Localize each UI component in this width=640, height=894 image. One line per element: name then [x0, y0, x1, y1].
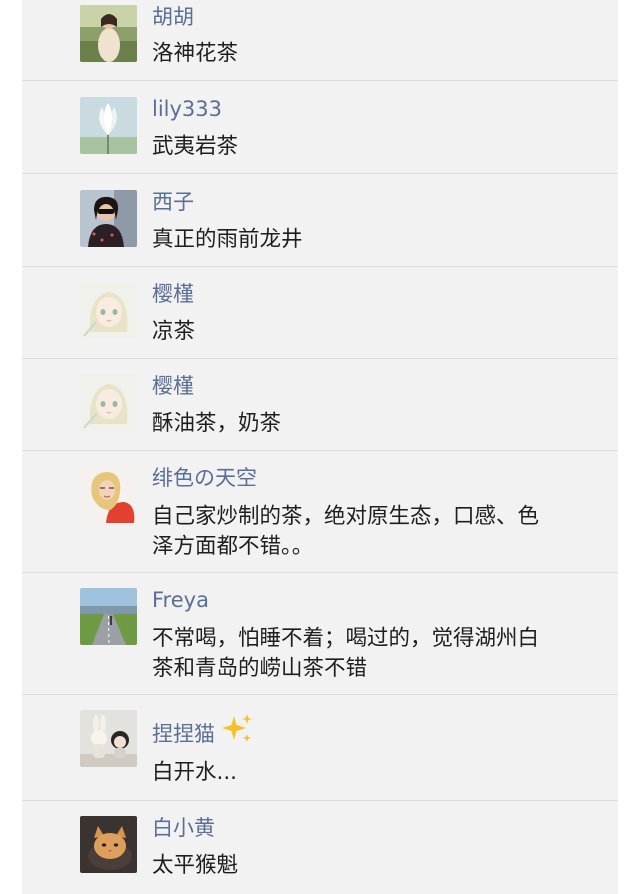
comment-line: 不常喝，怕睡不着；喝过的，觉得湖州白 [152, 626, 540, 651]
avatar-woman-sunglasses-photo [80, 190, 137, 247]
avatar-white-flower-photo [80, 97, 137, 154]
comment-line: 白开水... [152, 760, 238, 785]
avatar[interactable] [80, 466, 137, 523]
comment-line: 酥油茶，奶茶 [152, 411, 282, 436]
username[interactable]: 樱槿 [152, 373, 194, 399]
comment-item: 白小黄 太平猴魁 [22, 801, 618, 894]
comment-line: 洛神花茶 [152, 41, 239, 66]
username[interactable]: 捏捏猫 [152, 721, 215, 747]
comment-line: 太平猴魁 [152, 853, 239, 878]
comment-line: 真正的雨前龙井 [152, 227, 303, 252]
comment-item: 樱槿 凉茶 [22, 267, 618, 359]
comment-line: 泽方面都不错。。 [152, 534, 314, 559]
username[interactable]: 胡胡 [152, 4, 194, 30]
comment-item: 胡胡 洛神花茶 [22, 0, 618, 81]
comment-text: 真正的雨前龙井 [152, 225, 612, 255]
avatar-anime-girl [80, 374, 137, 431]
avatar[interactable] [80, 5, 137, 62]
username[interactable]: 西子 [152, 189, 194, 215]
username[interactable]: Freya [152, 587, 209, 613]
username[interactable]: 绯色の天空 [152, 465, 257, 491]
avatar[interactable] [80, 710, 137, 767]
avatar-road-landscape-photo [80, 588, 137, 645]
username[interactable]: 樱槿 [152, 281, 194, 307]
avatar-woman-dress-photo [80, 5, 137, 62]
comment-text: 酥油茶，奶茶 [152, 409, 612, 439]
comment-line: 凉茶 [152, 319, 196, 344]
avatar[interactable] [80, 190, 137, 247]
comment-item: 绯色の天空 自己家炒制的茶，绝对原生态，口感、色 泽方面都不错。。 [22, 451, 618, 573]
comment-text: 白开水... [152, 758, 612, 788]
avatar-blonde-woman-photo [80, 466, 137, 523]
comment-item: lily333 武夷岩茶 [22, 81, 618, 174]
comment-text: 洛神花茶 [152, 39, 612, 69]
comment-item: 捏捏猫 白开水... [22, 695, 618, 801]
avatar-orange-cat-photo [80, 816, 137, 873]
username[interactable]: lily333 [152, 96, 222, 122]
comment-item: 西子 真正的雨前龙井 [22, 174, 618, 267]
comment-item: 樱槿 酥油茶，奶茶 [22, 359, 618, 451]
comments-panel: 胡胡 洛神花茶 lily333 武夷岩茶 西子 真正的雨前龙井 樱槿 凉茶 樱槿… [22, 0, 618, 894]
comment-text: 不常喝，怕睡不着；喝过的，觉得湖州白 茶和青岛的崂山茶不错 [152, 624, 612, 684]
comment-text: 太平猴魁 [152, 851, 612, 881]
comment-line: 茶和青岛的崂山茶不错 [152, 656, 368, 681]
avatar[interactable] [80, 374, 137, 431]
comment-line: 武夷岩茶 [152, 134, 239, 159]
avatar[interactable] [80, 588, 137, 645]
comment-text: 凉茶 [152, 317, 612, 347]
avatar[interactable] [80, 282, 137, 339]
comment-item: Freya 不常喝，怕睡不着；喝过的，觉得湖州白 茶和青岛的崂山茶不错 [22, 573, 618, 695]
avatar[interactable] [80, 816, 137, 873]
username[interactable]: 白小黄 [152, 815, 215, 841]
comment-text: 自己家炒制的茶，绝对原生态，口感、色 泽方面都不错。。 [152, 502, 612, 562]
avatar[interactable] [80, 97, 137, 154]
comment-text: 武夷岩茶 [152, 132, 612, 162]
avatar-anime-girl [80, 282, 137, 339]
sparkles-icon [222, 714, 252, 742]
avatar-toy-figures-photo [80, 710, 137, 767]
comment-line: 自己家炒制的茶，绝对原生态，口感、色 [152, 504, 540, 529]
